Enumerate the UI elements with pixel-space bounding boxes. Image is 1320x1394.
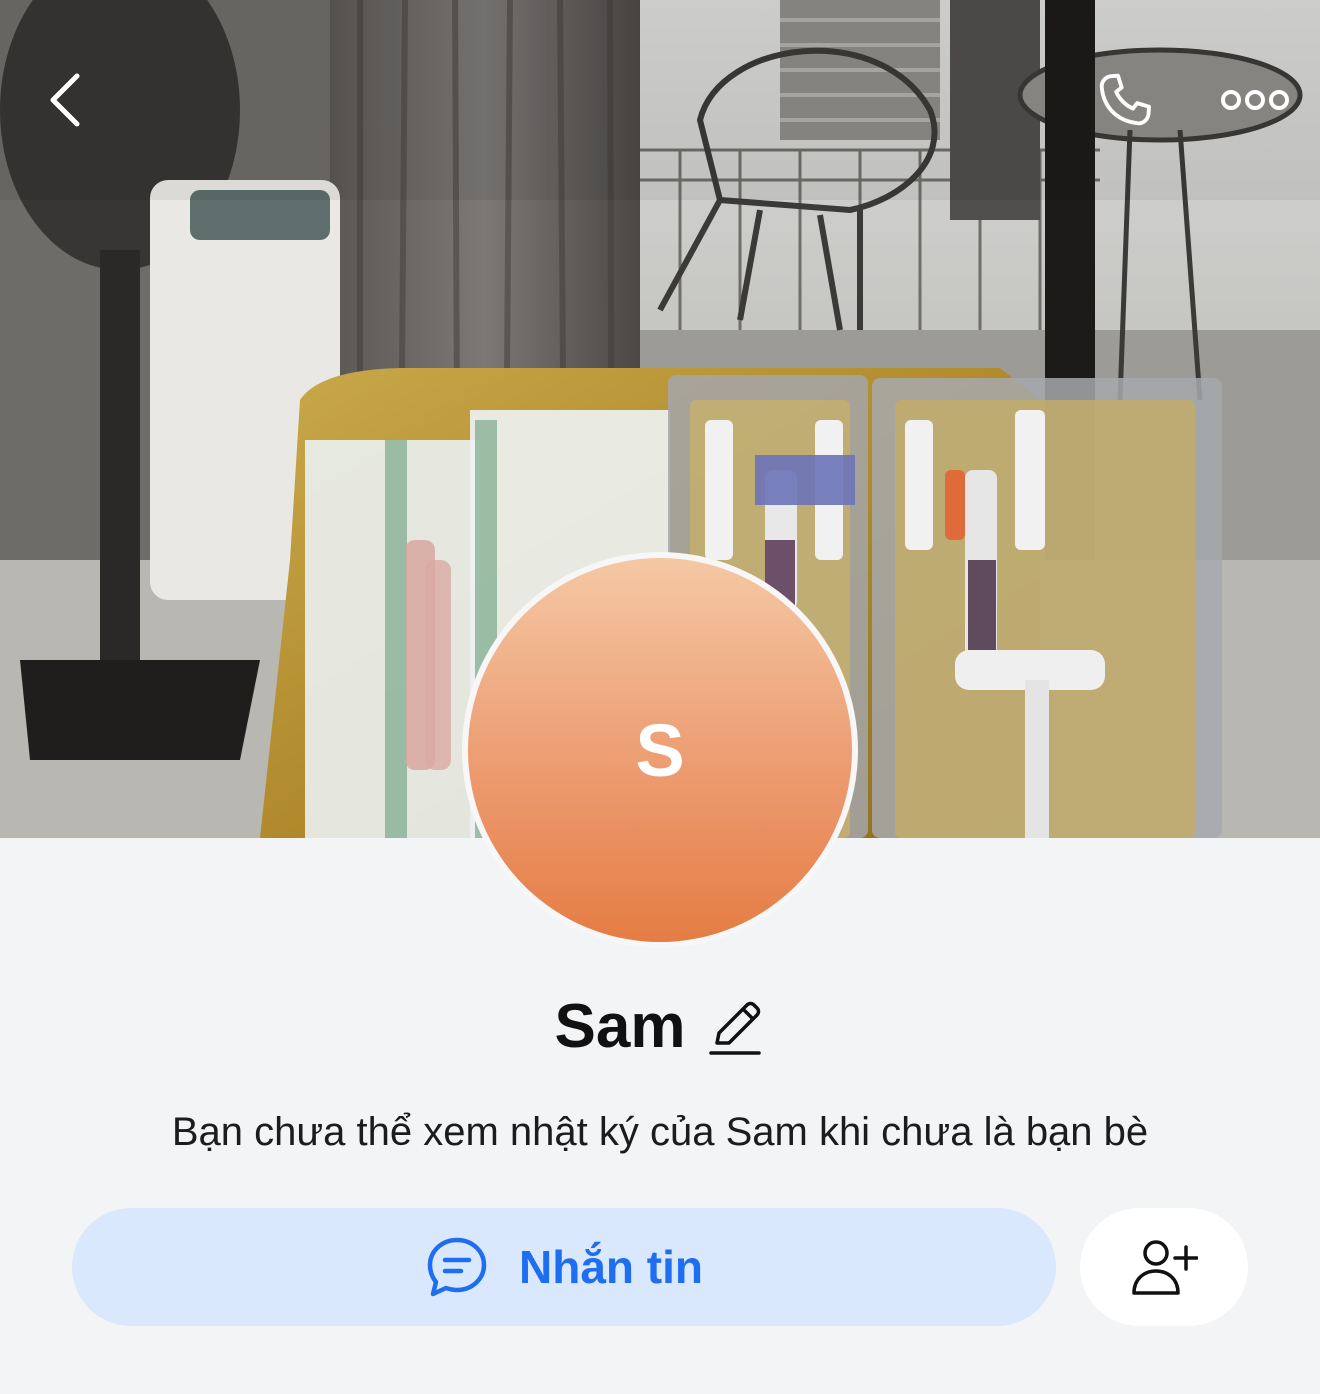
friendship-notice: Bạn chưa thể xem nhật ký của Sam khi chư… (171, 1110, 1149, 1154)
add-friend-button[interactable] (1080, 1208, 1248, 1326)
phone-icon (1099, 73, 1151, 126)
send-message-button[interactable]: Nhắn tin (72, 1208, 1056, 1326)
avatar: S (468, 558, 852, 942)
send-message-label: Nhắn tin (519, 1241, 703, 1293)
profile-name: Sam (554, 992, 686, 1061)
avatar-frame[interactable]: S (462, 552, 858, 948)
chat-bubble-icon (427, 1237, 487, 1297)
edit-name-button[interactable] (705, 995, 765, 1059)
more-dots-icon (1221, 90, 1289, 110)
chevron-left-icon (50, 73, 80, 127)
pencil-icon (709, 1001, 762, 1055)
add-friend-icon (1132, 1240, 1198, 1295)
call-button[interactable] (1086, 62, 1164, 138)
avatar-initial: S (635, 708, 685, 792)
more-options-button[interactable] (1210, 70, 1300, 130)
name-row: Sam (0, 990, 1320, 1064)
back-button[interactable] (30, 62, 100, 138)
